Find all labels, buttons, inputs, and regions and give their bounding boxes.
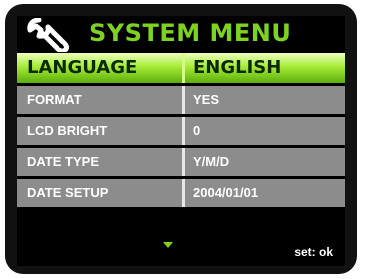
menu-item-label: DATE TYPE xyxy=(27,154,99,169)
page-title: SYSTEM MENU xyxy=(89,19,292,47)
wrench-icon xyxy=(27,18,69,52)
menu-item-value: 0 xyxy=(193,123,201,138)
column-divider xyxy=(182,53,185,83)
column-divider xyxy=(182,86,185,114)
set-ok-hint: set: ok xyxy=(294,245,333,259)
menu-item-label: LANGUAGE xyxy=(27,57,138,78)
camera-display-frame: SYSTEM MENU LANGUAGE ENGLISH FORMAT YES … xyxy=(5,4,357,274)
menu-item-lcd-bright[interactable]: LCD BRIGHT 0 xyxy=(17,117,345,145)
menu-item-value: ENGLISH xyxy=(193,57,282,78)
column-divider xyxy=(182,179,185,207)
column-divider xyxy=(182,117,185,145)
menu-item-value: Y/M/D xyxy=(193,154,230,169)
menu-footer: set: ok xyxy=(17,238,345,266)
scroll-down-arrow-icon[interactable] xyxy=(163,242,173,248)
menu-item-label: FORMAT xyxy=(27,92,82,107)
system-menu-screen: SYSTEM MENU LANGUAGE ENGLISH FORMAT YES … xyxy=(17,16,345,266)
menu-item-date-type[interactable]: DATE TYPE Y/M/D xyxy=(17,148,345,176)
menu-item-label: LCD BRIGHT xyxy=(27,123,108,138)
menu-header: SYSTEM MENU xyxy=(17,16,345,52)
menu-item-date-setup[interactable]: DATE SETUP 2004/01/01 xyxy=(17,179,345,207)
menu-item-value: YES xyxy=(193,92,220,107)
menu-item-format[interactable]: FORMAT YES xyxy=(17,86,345,114)
menu-item-label: DATE SETUP xyxy=(27,185,109,200)
menu-item-value: 2004/01/01 xyxy=(193,185,259,200)
column-divider xyxy=(182,148,185,176)
menu-item-language[interactable]: LANGUAGE ENGLISH xyxy=(17,53,345,83)
